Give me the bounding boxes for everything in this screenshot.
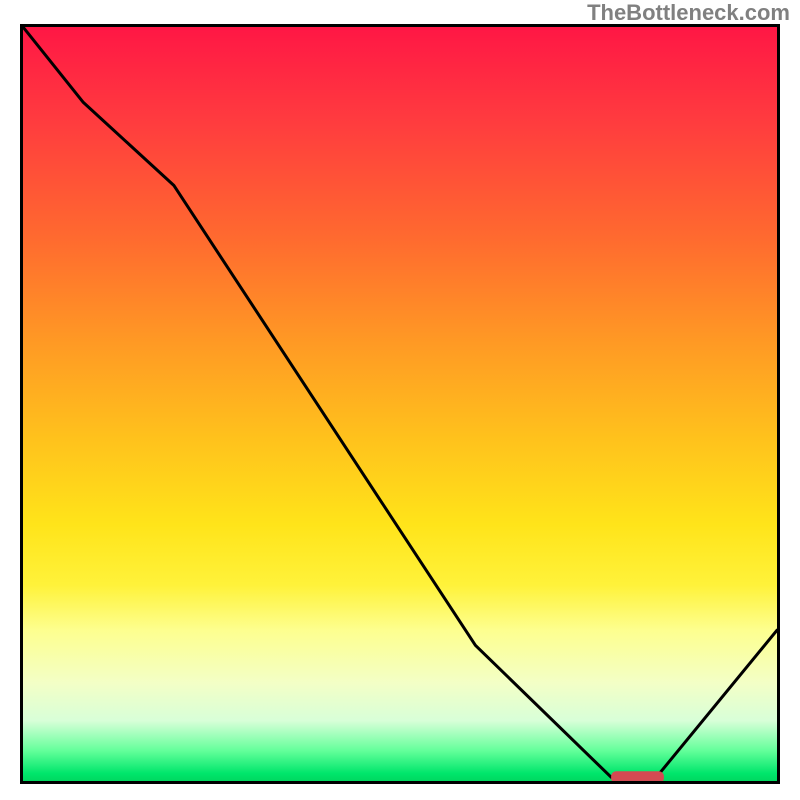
watermark-text: TheBottleneck.com: [587, 0, 790, 26]
chart-svg: [23, 27, 777, 781]
chart-frame: [20, 24, 780, 784]
bottleneck-curve: [23, 27, 777, 777]
minimum-marker: [611, 771, 664, 781]
chart-container: TheBottleneck.com: [0, 0, 800, 800]
